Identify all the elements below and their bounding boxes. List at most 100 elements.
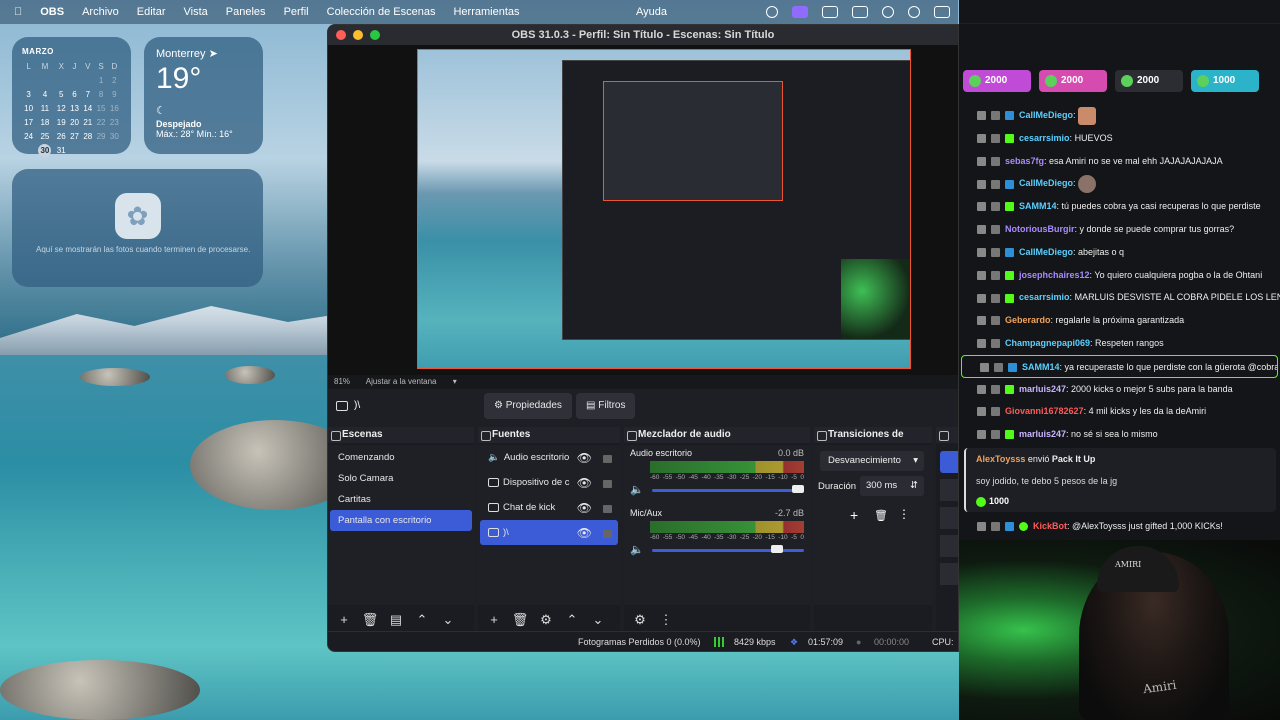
preview-zoom[interactable]: 81% (334, 377, 350, 386)
chat-message: Champagnepapi069: Respeten rangos (959, 332, 1280, 355)
source-item[interactable]: Dispositivo de c 👁 (480, 470, 618, 495)
remove-source-button[interactable]: 🗑 (510, 611, 530, 629)
menu-perfil[interactable]: Perfil (284, 6, 309, 18)
chat-username[interactable]: SAMM14 (1022, 362, 1060, 372)
weather-widget[interactable]: Monterrey ➤ 19° ☾ Despejado Máx.: 28° Mí… (144, 37, 263, 154)
scene-item-selected[interactable]: Pantalla con escritorio (330, 510, 472, 531)
menu-coleccion-escenas[interactable]: Colección de Escenas (327, 6, 436, 18)
screen-record-icon[interactable] (792, 6, 808, 18)
controls-button[interactable] (940, 507, 958, 529)
controls-button[interactable] (940, 563, 958, 585)
preview-nested-obs (562, 60, 910, 340)
chat-username[interactable]: josephchaires12 (1019, 270, 1090, 280)
badge-icon (977, 430, 986, 440)
lock-icon[interactable] (603, 530, 612, 538)
menu-archivo[interactable]: Archivo (82, 6, 119, 18)
menu-ayuda[interactable]: Ayuda (636, 6, 667, 18)
duration-input[interactable]: 300 ms ⇵ (860, 476, 924, 496)
speaker-icon[interactable]: 🔈 (630, 483, 644, 496)
menu-herramientas[interactable]: Herramientas (453, 6, 519, 18)
controls-button[interactable] (940, 479, 958, 501)
scene-item[interactable]: Solo Camara (330, 468, 472, 489)
control-center-icon[interactable] (934, 6, 950, 18)
chat-username[interactable]: Giovanni16782627 (1005, 406, 1084, 416)
calendar-today: 30 (35, 143, 54, 157)
menu-editar[interactable]: Editar (137, 6, 166, 18)
chat-username[interactable]: sebas7fg (1005, 156, 1044, 166)
add-source-button[interactable]: + (484, 611, 504, 629)
volume-knob[interactable] (771, 545, 783, 553)
source-item[interactable]: 🔈 Audio escritorio 👁 (480, 445, 618, 470)
calendar-widget[interactable]: MARZO L M X J V S D 1 2 3 4 5 6 7 8 9 10… (12, 37, 131, 157)
source-item[interactable]: Chat de kick 👁 (480, 495, 618, 520)
chat-username[interactable]: CallMeDiego (1019, 247, 1073, 257)
chat-username[interactable]: CallMeDiego (1019, 110, 1073, 120)
calendar-day: 18 (40, 117, 50, 127)
volume-slider[interactable] (652, 489, 804, 492)
add-scene-button[interactable]: + (334, 611, 354, 629)
mixer-title: Mezclador de audio (624, 427, 810, 443)
preview-fit[interactable]: Ajustar a la ventana (366, 377, 437, 386)
battery-icon[interactable] (852, 6, 868, 18)
menu-paneles[interactable]: Paneles (226, 6, 266, 18)
transition-select[interactable]: Desvanecimiento ▾ (820, 451, 924, 471)
speaker-icon[interactable]: 🔈 (630, 543, 644, 556)
move-up-button[interactable]: ⌃ (412, 611, 432, 629)
obs-status-icon[interactable] (766, 6, 778, 18)
search-icon[interactable] (908, 6, 920, 18)
properties-button[interactable]: ⚙ Propiedades (484, 393, 572, 419)
camera-icon (488, 478, 499, 487)
chat-username[interactable]: SAMM14 (1019, 201, 1057, 211)
calendar-dow: L (26, 61, 31, 71)
controls-button[interactable] (940, 535, 958, 557)
lock-icon[interactable] (603, 455, 612, 463)
remove-transition-button[interactable]: 🗑 (874, 509, 888, 522)
chat-username[interactable]: Geberardo (1005, 315, 1051, 325)
tip-user[interactable]: AlexToysss (976, 454, 1025, 464)
transition-menu-button[interactable]: ⋮ (898, 507, 910, 521)
lock-icon[interactable] (603, 480, 612, 488)
scene-item[interactable]: Comenzando (330, 447, 472, 468)
wifi-icon[interactable] (882, 6, 894, 18)
chat-username[interactable]: cesarrsimio (1019, 133, 1070, 143)
chat-username[interactable]: CallMeDiego (1019, 178, 1073, 188)
visibility-eye-icon[interactable]: 👁 (577, 501, 592, 515)
preview-canvas[interactable] (417, 49, 911, 369)
badge-icon (977, 384, 986, 394)
menu-app-name[interactable]: OBS (40, 6, 64, 18)
stepper-icon[interactable]: ⇵ (910, 476, 918, 496)
chat-username[interactable]: Champagnepapi069 (1005, 338, 1090, 348)
visibility-eye-icon[interactable]: 👁 (577, 451, 592, 465)
photos-widget[interactable]: ✿ Aquí se mostrarán las fotos cuando ter… (12, 169, 263, 287)
lock-icon[interactable] (603, 505, 612, 513)
volume-knob[interactable] (792, 485, 804, 493)
chevron-down-icon[interactable]: ▾ (453, 377, 457, 386)
obs-preview[interactable] (328, 45, 958, 375)
scene-filters-button[interactable]: ▤ (386, 611, 406, 629)
chat-username[interactable]: NotoriousBurgir (1005, 224, 1075, 234)
scene-item[interactable]: Cartitas (330, 489, 472, 510)
chat-username[interactable]: cesarrsimio (1019, 292, 1070, 302)
move-up-button[interactable]: ⌃ (562, 611, 582, 629)
controls-start-button[interactable] (940, 451, 958, 473)
apple-icon[interactable]:  (14, 6, 22, 18)
chat-username[interactable]: KickBot (1033, 521, 1067, 531)
visibility-eye-icon[interactable]: 👁 (577, 476, 592, 490)
visibility-eye-icon[interactable]: 👁 (577, 526, 592, 540)
chat-username[interactable]: marluis247 (1019, 384, 1066, 394)
display-icon[interactable] (822, 6, 838, 18)
source-item-selected[interactable]: )\ 👁 (480, 520, 618, 545)
add-transition-button[interactable]: + (850, 507, 858, 523)
move-down-button[interactable]: ⌄ (588, 611, 608, 629)
badge-icon (991, 384, 1000, 394)
chat-username[interactable]: marluis247 (1019, 429, 1066, 439)
gift-tip-card: AlexToysss envió Pack It Up soy jodido, … (964, 448, 1276, 512)
mixer-settings-button[interactable]: ⚙ (630, 611, 650, 629)
menu-vista[interactable]: Vista (184, 6, 208, 18)
move-down-button[interactable]: ⌄ (438, 611, 458, 629)
remove-scene-button[interactable]: 🗑 (360, 611, 380, 629)
mixer-menu-button[interactable]: ⋮ (656, 611, 676, 629)
filters-button[interactable]: ▤ Filtros (576, 393, 636, 419)
meter-scale: -60 -55 -50 -45 -40 -35 -30 -25 -20 -15 -10 -5 0 (650, 474, 804, 481)
source-settings-button[interactable]: ⚙ (536, 611, 556, 629)
